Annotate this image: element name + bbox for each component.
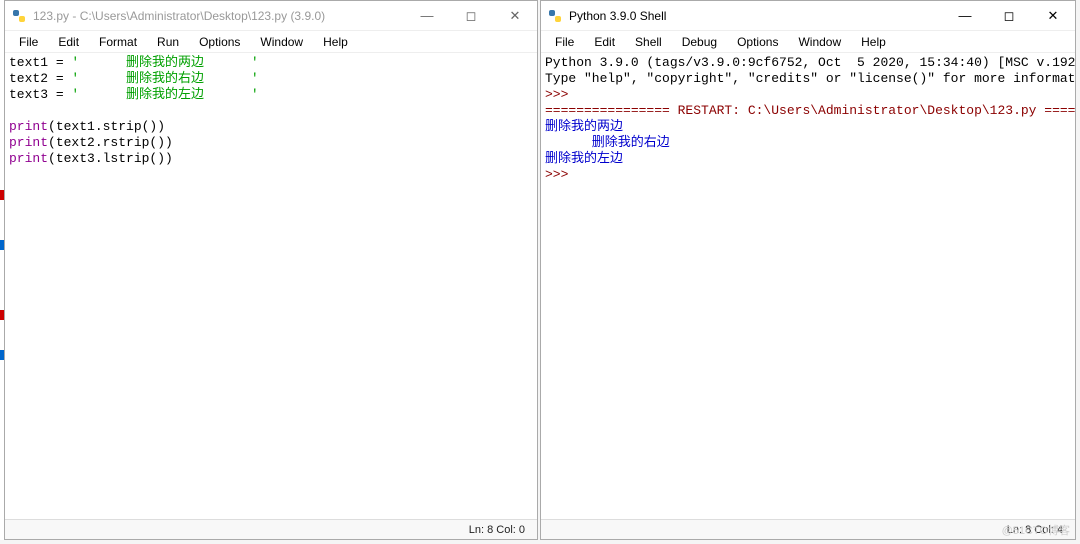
- watermark: @51CTO博客: [1002, 522, 1070, 538]
- cursor-position: Ln: 8 Col: 0: [469, 524, 525, 536]
- shell-stdout: 删除我的两边: [545, 119, 623, 134]
- menu-options[interactable]: Options: [189, 33, 250, 51]
- window-title: Python 3.9.0 Shell: [569, 9, 943, 23]
- code-token: =: [56, 87, 72, 102]
- python-icon: [11, 8, 27, 24]
- code-string: ' 删除我的左边 ': [71, 87, 258, 102]
- close-button[interactable]: ✕: [493, 1, 537, 31]
- statusbar: Ln: 8 Col: 4: [541, 519, 1075, 539]
- menubar: File Edit Shell Debug Options Window Hel…: [541, 31, 1075, 53]
- code-token: text3: [9, 87, 56, 102]
- close-button[interactable]: ✕: [1031, 1, 1075, 31]
- shell-prompt: >>>: [545, 167, 576, 182]
- minimize-button[interactable]: —: [405, 1, 449, 31]
- menu-edit[interactable]: Edit: [584, 33, 625, 51]
- shell-banner: Type "help", "copyright", "credits" or "…: [545, 71, 1075, 86]
- shell-stdout: 删除我的右边: [545, 135, 670, 150]
- menu-file[interactable]: File: [545, 33, 584, 51]
- window-title: 123.py - C:\Users\Administrator\Desktop\…: [33, 9, 405, 23]
- code-token: (text3.lstrip()): [48, 151, 173, 166]
- window-controls: — ◻ ✕: [943, 1, 1075, 31]
- titlebar[interactable]: Python 3.9.0 Shell — ◻ ✕: [541, 1, 1075, 31]
- code-string: ' 删除我的两边 ': [71, 55, 258, 70]
- maximize-button[interactable]: ◻: [449, 1, 493, 31]
- code-func: print: [9, 119, 48, 134]
- code-token: (text2.rstrip()): [48, 135, 173, 150]
- menu-format[interactable]: Format: [89, 33, 147, 51]
- menu-run[interactable]: Run: [147, 33, 189, 51]
- menu-edit[interactable]: Edit: [48, 33, 89, 51]
- menu-file[interactable]: File: [9, 33, 48, 51]
- menu-help[interactable]: Help: [851, 33, 896, 51]
- shell-prompt: >>>: [545, 87, 576, 102]
- menu-debug[interactable]: Debug: [672, 33, 727, 51]
- menu-help[interactable]: Help: [313, 33, 358, 51]
- window-controls: — ◻ ✕: [405, 1, 537, 31]
- code-func: print: [9, 135, 48, 150]
- menu-window[interactable]: Window: [250, 33, 313, 51]
- menu-shell[interactable]: Shell: [625, 33, 672, 51]
- menu-options[interactable]: Options: [727, 33, 788, 51]
- shell-output[interactable]: Python 3.9.0 (tags/v3.9.0:9cf6752, Oct 5…: [541, 53, 1075, 519]
- statusbar: Ln: 8 Col: 0: [5, 519, 537, 539]
- shell-restart-line: ================ RESTART: C:\Users\Admin…: [545, 103, 1075, 118]
- code-string: ' 删除我的右边 ': [71, 71, 258, 86]
- python-icon: [547, 8, 563, 24]
- shell-banner: Python 3.9.0 (tags/v3.9.0:9cf6752, Oct 5…: [545, 55, 1075, 70]
- code-token: text2: [9, 71, 56, 86]
- maximize-button[interactable]: ◻: [987, 1, 1031, 31]
- shell-stdout: 删除我的左边: [545, 151, 670, 166]
- menubar: File Edit Format Run Options Window Help: [5, 31, 537, 53]
- code-token: =: [56, 55, 72, 70]
- python-shell-window: Python 3.9.0 Shell — ◻ ✕ File Edit Shell…: [540, 0, 1076, 540]
- code-func: print: [9, 151, 48, 166]
- code-token: text1: [9, 55, 56, 70]
- code-token: (text1.strip()): [48, 119, 165, 134]
- code-editor[interactable]: text1 = ' 删除我的两边 ' text2 = ' 删除我的右边 ' te…: [5, 53, 537, 519]
- idle-editor-window: 123.py - C:\Users\Administrator\Desktop\…: [4, 0, 538, 540]
- titlebar[interactable]: 123.py - C:\Users\Administrator\Desktop\…: [5, 1, 537, 31]
- code-token: =: [56, 71, 72, 86]
- minimize-button[interactable]: —: [943, 1, 987, 31]
- menu-window[interactable]: Window: [788, 33, 851, 51]
